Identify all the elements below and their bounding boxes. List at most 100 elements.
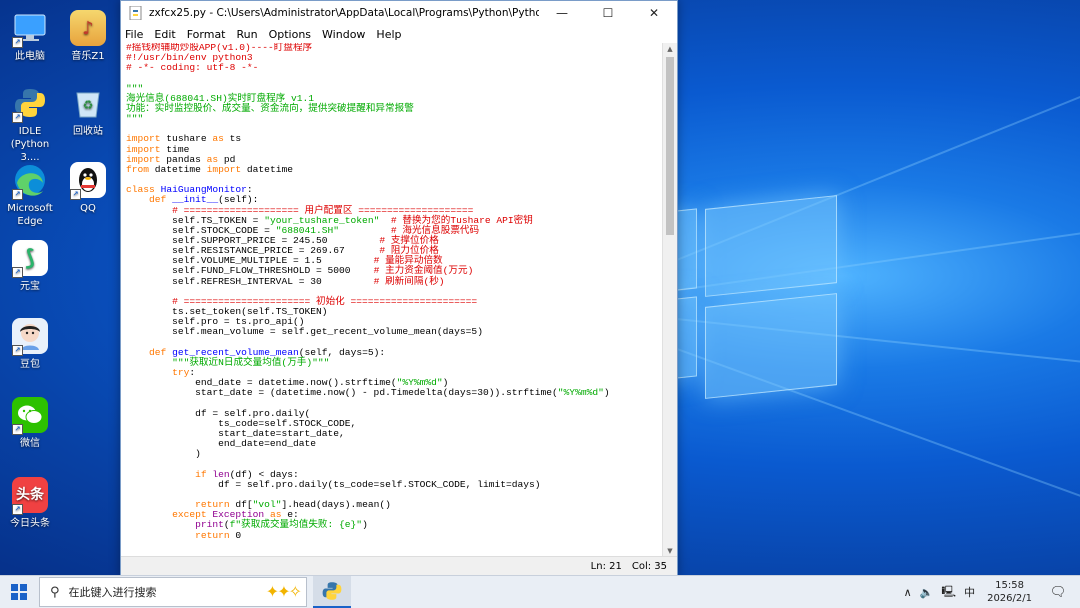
code-token: # -*- coding: utf-8 -*- [126,62,259,74]
doubao-icon: ↗ [12,318,48,356]
search-highlight-sparkle-icon: ✦✦✧ [265,582,302,601]
code-token: df = self.pro.daily(ts_code=self.STOCK_C… [126,478,541,490]
volume-icon[interactable]: 🔈 [920,586,934,599]
code-token: """获取近N日成交量均值(万手)""" [172,356,330,368]
code-token: as [212,133,224,145]
menu-help[interactable]: Help [376,28,401,41]
desktop-icon-wechat[interactable]: ↗ 微信 [0,397,60,450]
scroll-thumb[interactable] [666,57,674,235]
recycle-bin-icon: ♻ [70,85,106,121]
title-bar[interactable]: zxfcx25.py - C:\Users\Administrator\AppD… [121,1,677,25]
qq-penguin-icon: ↗ [70,162,106,200]
maximize-button[interactable]: ☐ [585,1,631,25]
code-line: df = self.pro.daily(ts_code=self.STOCK_C… [126,478,610,490]
minimize-button[interactable]: — [539,1,585,25]
toutiao-icon: 头条 ↗ [12,477,48,515]
search-icon: ⚲ [50,584,60,600]
notification-icon[interactable]: 🗨 [1046,585,1070,600]
menu-window[interactable]: Window [322,28,365,41]
menu-options[interactable]: Options [269,28,311,41]
code-line: from datetime import datetime [126,163,610,175]
desktop-icon-label: 元宝 [20,281,40,292]
chevron-up-icon[interactable]: ∧ [904,586,912,599]
desktop-icon-label: IDLE (Python 3.... [10,126,50,163]
code-token: f"获取成交量均值失败: {e}" [229,519,363,531]
desktop-icon-music-folder[interactable]: ♪ 音乐Z1 [58,10,118,63]
menu-bar: File Edit Format Run Options Window Help [121,25,677,43]
menu-run[interactable]: Run [237,28,258,41]
vertical-scrollbar[interactable]: ▲ ▼ [662,43,677,557]
desktop-icon-label: Microsoft Edge [7,203,53,227]
code-editor[interactable]: #摇钱树辅助炒股APP(v1.0)----盯盘程序 #!/usr/bin/env … [121,43,662,557]
menu-file[interactable]: File [125,28,143,41]
code-token: return [195,529,230,541]
desktop-icon-idle[interactable]: ↗ IDLE (Python 3.... [0,85,60,164]
ime-indicator[interactable]: 中 [964,584,975,600]
code-token: start_date = (datetime.now() - pd.Timede… [126,387,558,399]
desktop-icon-edge[interactable]: ↗ Microsoft Edge [0,162,60,228]
code-line: 功能：实时监控股价、成交量、资金流向，提供突破提醒和异常报警 [126,102,610,114]
desktop-icon-label: 豆包 [20,359,40,370]
code-line: return 0 [126,529,610,541]
idle-editor-window[interactable]: zxfcx25.py - C:\Users\Administrator\AppD… [120,0,678,577]
maximize-icon: ☐ [602,6,614,20]
desktop-icon-label: 音乐Z1 [71,51,105,62]
desktop-icon-label: 此电脑 [15,51,45,62]
code-text[interactable]: #摇钱树辅助炒股APP(v1.0)----盯盘程序 #!/usr/bin/env … [126,43,610,541]
music-folder-icon: ♪ [70,10,106,46]
code-token: "%Y%m%d" [557,387,604,399]
cursor-col: Col: 35 [631,561,667,572]
windows-start-icon [11,584,27,600]
code-token: datetime [149,163,207,175]
python-idle-icon: ↗ [12,85,48,123]
code-line: start_date = (datetime.now() - pd.Timede… [126,388,610,398]
taskbar-python-app[interactable] [313,576,351,608]
status-bar: Ln: 21 Col: 35 [121,556,677,576]
scroll-up-arrow-icon[interactable]: ▲ [663,43,677,55]
code-line: ) [126,449,610,459]
code-line: self.REFRESH_INTERVAL = 30 # 刷新间隔(秒) [126,275,610,287]
python-icon [322,582,342,600]
code-line: import tushare as ts [126,134,610,144]
code-token: ) [603,387,610,399]
code-token: ) [362,519,368,531]
search-placeholder: 在此键入进行搜索 [68,586,157,599]
menu-edit[interactable]: Edit [154,28,175,41]
code-line: """ [126,114,610,124]
network-icon[interactable]: 🖳 [941,583,956,602]
code-token: # 刷新间隔(秒) [373,275,445,287]
desktop-icon-qq[interactable]: ↗ QQ [58,162,118,215]
code-token: self.REFRESH_INTERVAL = 30 [126,275,374,287]
desktop-icon-doubao[interactable]: ↗ 豆包 [0,318,60,371]
computer-icon: ↗ [12,10,48,48]
desktop-icon-yuanbao[interactable]: ⟆ ↗ 元宝 [0,240,60,293]
code-token: import [206,163,242,175]
code-line: self.mean_volume = self.get_recent_volum… [126,327,610,337]
close-button[interactable]: ✕ [631,1,677,25]
wechat-icon: ↗ [12,397,48,435]
python-file-icon [129,6,142,20]
desktop-icon-recycle-bin[interactable]: ♻ 回收站 [58,85,118,138]
menu-format[interactable]: Format [187,28,226,41]
clock-date: 2026/2/1 [987,593,1032,604]
code-token: ts [223,133,242,145]
taskbar: ⚲ 在此键入进行搜索 ✦✦✧ ∧ 🔈 🖳 中 15:58 2026/2/1 🗨 [0,575,1080,608]
desktop-icon-toutiao[interactable]: 头条 ↗ 今日头条 [0,477,60,530]
code-token: ) [126,448,201,460]
code-line: # -*- coding: utf-8 -*- [126,63,610,73]
start-button[interactable] [0,576,38,608]
taskbar-search-box[interactable]: ⚲ 在此键入进行搜索 ✦✦✧ [39,577,307,607]
desktop-icon-label: QQ [80,203,96,214]
svg-text:♻: ♻ [83,98,94,112]
desktop-icon-label: 回收站 [73,126,103,137]
desktop-icon-label: 微信 [20,438,40,449]
clock[interactable]: 15:58 2026/2/1 [987,579,1032,605]
code-line: """获取近N日成交量均值(万手)""" [126,356,610,368]
desktop-icon-this-pc[interactable]: ↗ 此电脑 [0,10,60,63]
close-icon: ✕ [648,6,660,20]
window-title: zxfcx25.py - C:\Users\Administrator\AppD… [149,7,539,19]
code-token: datetime [241,163,293,175]
code-token: 功能：实时监控股价、成交量、资金流向，提供突破提醒和异常报警 [126,102,414,114]
